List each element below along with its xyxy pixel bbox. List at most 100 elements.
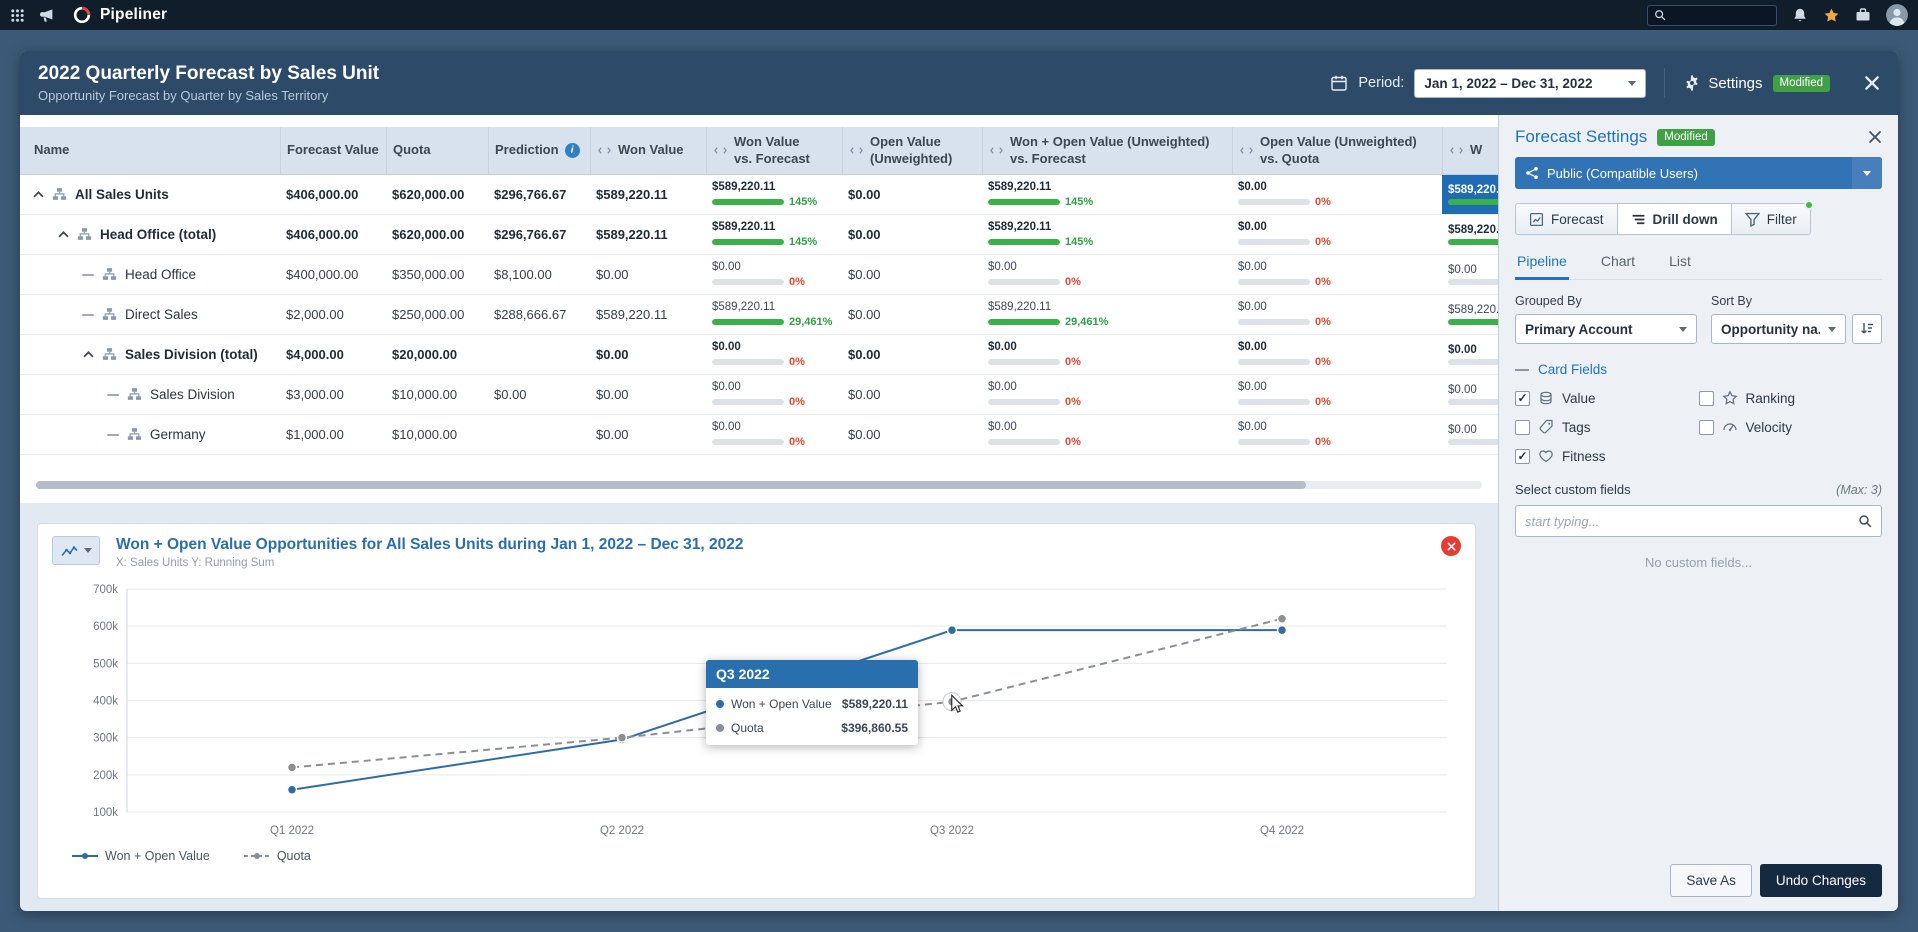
undo-changes-button[interactable]: Undo Changes	[1760, 864, 1882, 897]
column-move-icon[interactable]	[1239, 146, 1254, 155]
column-header-forecast-value[interactable]: Forecast Value	[280, 127, 386, 174]
cell-open-value-unweighted: $0.00	[842, 335, 982, 374]
progress-percent: 29,461%	[789, 316, 832, 328]
cell-won-open-value-unweighted-vs-forecast: $589,220.1129,461%	[982, 295, 1232, 334]
column-header-open-value[interactable]: Open Value(Unweighted)	[842, 127, 982, 174]
progress-track	[712, 199, 784, 205]
collapse-toggle-icon[interactable]	[32, 191, 44, 198]
column-header-name[interactable]: Name	[20, 127, 280, 174]
column-header-w[interactable]: W	[1442, 127, 1498, 174]
global-search[interactable]	[1647, 5, 1777, 26]
favorites-star-icon[interactable]	[1823, 7, 1840, 24]
table-row[interactable]: Sales Division (total)$4,000.00$20,000.0…	[20, 335, 1498, 375]
column-move-icon[interactable]	[597, 146, 612, 155]
collapse-toggle-icon[interactable]	[57, 231, 69, 238]
filter-icon	[1745, 212, 1760, 227]
progress-percent: 0%	[1065, 436, 1081, 448]
gear-icon	[1683, 74, 1701, 92]
column-header-prediction[interactable]: Predictioni	[488, 127, 590, 174]
search-icon[interactable]	[1858, 514, 1872, 528]
period-dropdown[interactable]: Jan 1, 2022 – Dec 31, 2022	[1414, 69, 1646, 98]
column-header-won-open-value-unweighted[interactable]: Won + Open Value (Unweighted)vs. Forecas…	[982, 127, 1232, 174]
table-row[interactable]: Direct Sales$2,000.00$250,000.00$288,666…	[20, 295, 1498, 335]
table-row[interactable]: All Sales Units$406,000.00$620,000.00$29…	[20, 175, 1498, 215]
chart-card: Won + Open Value Opportunities for All S…	[37, 523, 1476, 899]
cell-open-value-unweighted-vs-quota: $0.000%	[1232, 255, 1442, 294]
sort-order-button[interactable]	[1852, 314, 1882, 344]
tab-drill-down[interactable]: Drill down	[1618, 203, 1732, 235]
table-hscrollbar[interactable]	[36, 481, 1482, 489]
progress-track	[1448, 399, 1498, 405]
checkbox[interactable]: ✓	[1515, 391, 1530, 406]
visibility-bar[interactable]: Public (Compatible Users)	[1515, 157, 1882, 189]
subtab-chart[interactable]: Chart	[1599, 247, 1637, 279]
name-cell: Sales Division	[20, 375, 280, 414]
cell-forecast-value: $406,000.00	[280, 215, 386, 254]
cell-open-value-unweighted-vs-quota: $0.000%	[1232, 175, 1442, 214]
custom-fields-max: (Max: 3)	[1836, 483, 1882, 497]
cell-won-value: $0.00	[590, 375, 706, 414]
custom-fields-search[interactable]	[1515, 505, 1882, 537]
column-move-icon[interactable]	[849, 146, 864, 155]
collapse-toggle-icon[interactable]	[82, 351, 94, 358]
column-header-open-value-unweighted[interactable]: Open Value (Unweighted)vs. Quota	[1232, 127, 1442, 174]
column-header-quota[interactable]: Quota	[386, 127, 488, 174]
column-move-icon[interactable]	[989, 146, 1004, 155]
sort-by-dropdown[interactable]: Opportunity na...	[1711, 314, 1846, 344]
column-header-won-value[interactable]: Won Valuevs. Forecast	[706, 127, 842, 174]
cell-won-value-vs-forecast: $0.000%	[706, 415, 842, 454]
velocity-icon	[1722, 419, 1738, 435]
checkbox[interactable]	[1699, 391, 1714, 406]
table-row[interactable]: Head Office (total)$406,000.00$620,000.0…	[20, 215, 1498, 255]
column-header-won-value[interactable]: Won Value	[590, 127, 706, 174]
scrollbar-thumb[interactable]	[36, 481, 1306, 489]
cell-forecast-value: $1,000.00	[280, 415, 386, 454]
visibility-caret[interactable]	[1852, 157, 1882, 189]
column-move-icon[interactable]	[713, 146, 728, 155]
brand[interactable]: Pipeliner	[72, 5, 167, 25]
settings-button[interactable]: Settings	[1683, 74, 1762, 92]
tab-forecast[interactable]: Forecast	[1515, 203, 1618, 235]
user-avatar[interactable]	[1886, 4, 1908, 26]
column-move-icon[interactable]	[1449, 146, 1464, 155]
subtab-list[interactable]: List	[1667, 247, 1693, 279]
table-row[interactable]: Germany$1,000.00$10,000.00$0.00$0.000%$0…	[20, 415, 1498, 455]
sort-by-value: Opportunity na...	[1721, 322, 1820, 337]
progress-track	[712, 439, 784, 445]
checkbox[interactable]: ✓	[1515, 449, 1530, 464]
legend-item[interactable]: Won + Open Value	[72, 849, 210, 863]
card-field-ranking[interactable]: Ranking	[1699, 390, 1883, 406]
megaphone-icon[interactable]	[38, 7, 55, 24]
checkbox[interactable]	[1699, 420, 1714, 435]
pipeliner-logo-icon	[72, 5, 92, 25]
apps-grid-icon[interactable]	[10, 8, 25, 23]
chart-close-button[interactable]	[1441, 536, 1461, 556]
table-row[interactable]: Head Office$400,000.00$350,000.00$8,100.…	[20, 255, 1498, 295]
grouped-by-dropdown[interactable]: Primary Account	[1515, 314, 1697, 344]
series-dot-icon	[716, 700, 724, 708]
subtab-pipeline[interactable]: Pipeline	[1515, 247, 1569, 280]
card-field-velocity[interactable]: Velocity	[1699, 419, 1883, 435]
name-cell: Germany	[20, 415, 280, 454]
global-search-input[interactable]	[1671, 8, 1770, 22]
cell-prediction: $296,766.67	[488, 215, 590, 254]
card-field-tags[interactable]: Tags	[1515, 419, 1699, 435]
panel-close-button[interactable]	[1864, 75, 1880, 91]
table-row[interactable]: Sales Division$3,000.00$10,000.00$0.00$0…	[20, 375, 1498, 415]
card-field-fitness[interactable]: ✓Fitness	[1515, 448, 1699, 464]
bell-icon[interactable]	[1792, 7, 1808, 23]
card-fields-header[interactable]: Card Fields	[1515, 362, 1882, 377]
checkbox[interactable]	[1515, 420, 1530, 435]
legend-item[interactable]: Quota	[244, 849, 311, 863]
cell-forecast-value: $400,000.00	[280, 255, 386, 294]
chart-type-button[interactable]	[52, 536, 100, 565]
card-field-value[interactable]: ✓Value	[1515, 390, 1699, 406]
tab-filter[interactable]: Filter	[1732, 203, 1811, 235]
info-icon[interactable]: i	[565, 143, 580, 158]
save-as-button[interactable]: Save As	[1670, 864, 1752, 897]
custom-fields-input[interactable]	[1525, 514, 1858, 529]
briefcase-icon[interactable]	[1855, 7, 1871, 23]
cell-quota: $10,000.00	[386, 415, 488, 454]
search-icon	[1654, 9, 1666, 21]
sidebar-close-button[interactable]	[1868, 130, 1882, 144]
